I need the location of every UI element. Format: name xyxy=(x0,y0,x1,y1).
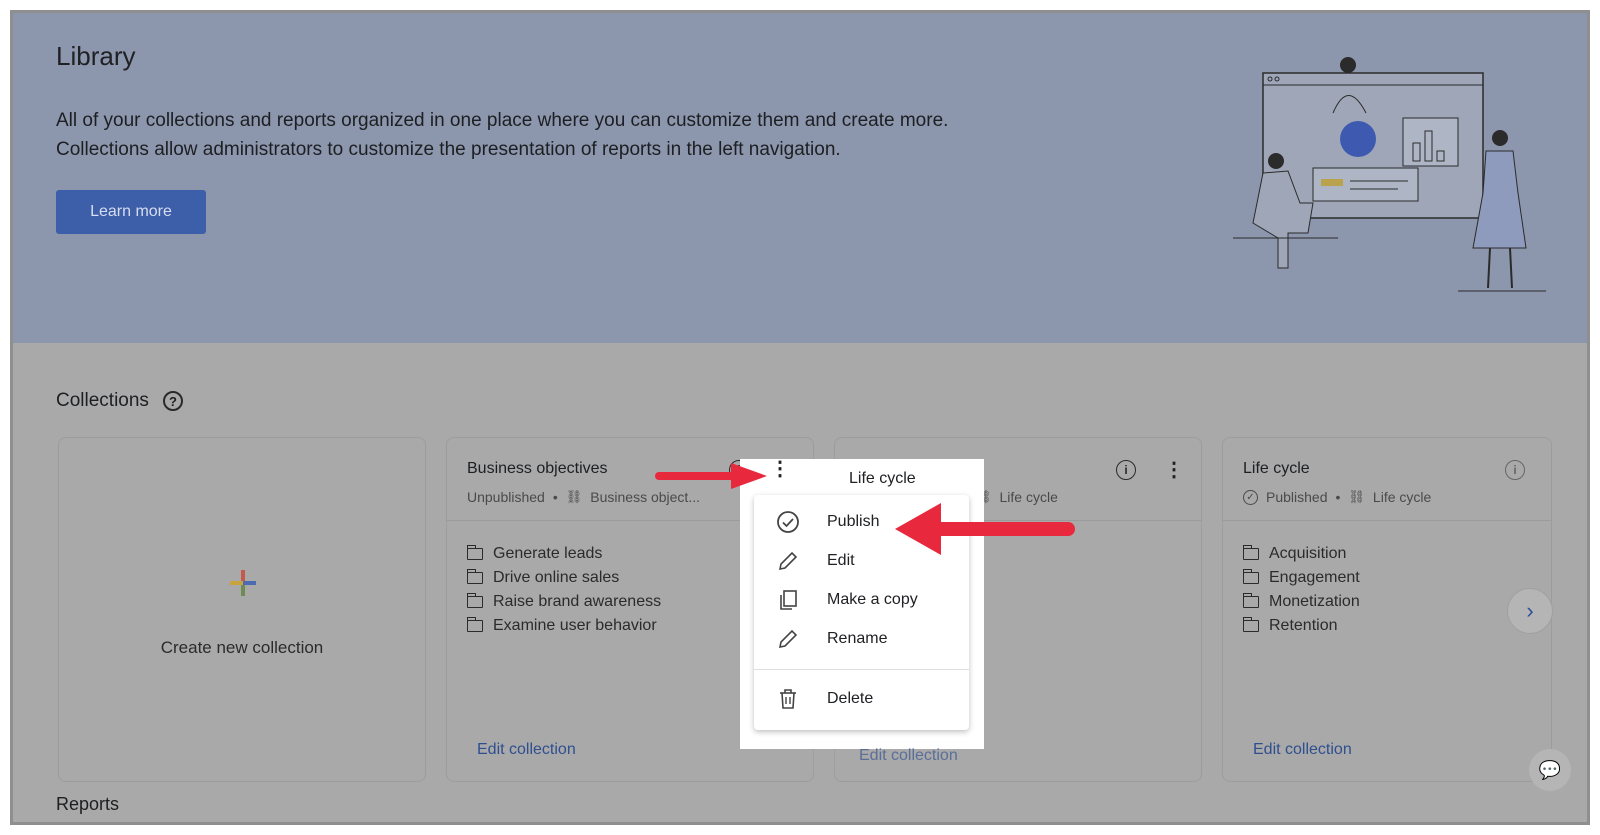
list-item: Raise brand awareness xyxy=(466,590,661,614)
reports-title: Reports xyxy=(56,794,120,814)
banner-description: All of your collections and reports orga… xyxy=(56,106,948,164)
spotlight-edge xyxy=(740,749,984,773)
menu-item-rename[interactable]: Rename xyxy=(754,620,969,658)
collections-title: Collections xyxy=(56,390,149,411)
list-item: Drive online sales xyxy=(466,566,661,590)
collection-card-life-cycle: Life cycle i ✓ Published • ⛓ Life cycle … xyxy=(1222,437,1552,782)
screenshot-frame: Library All of your collections and repo… xyxy=(10,10,1590,825)
menu-item-delete[interactable]: Delete xyxy=(754,680,969,718)
feedback-icon[interactable]: 💬 xyxy=(1529,749,1571,791)
card-item-list: Acquisition Engagement Monetization Rete… xyxy=(1242,542,1360,638)
menu-item-label: Rename xyxy=(827,630,888,647)
card-divider xyxy=(1223,520,1551,521)
info-icon[interactable]: i xyxy=(1505,460,1525,480)
folder-icon xyxy=(1242,545,1259,560)
list-item: Engagement xyxy=(1242,566,1360,590)
folder-icon xyxy=(466,617,483,632)
folder-icon xyxy=(1242,617,1259,632)
edit-collection-link[interactable]: Edit collection xyxy=(477,741,576,759)
card-status: Published xyxy=(1266,489,1328,505)
list-item: Retention xyxy=(1242,614,1360,638)
card-meta: ✓ Published • ⛓ Life cycle xyxy=(1243,489,1431,505)
folder-icon xyxy=(466,545,483,560)
check-circle-icon xyxy=(776,510,800,534)
learn-more-button[interactable]: Learn more xyxy=(56,190,206,234)
pencil-icon xyxy=(776,549,800,573)
edit-collection-link[interactable]: Edit collection xyxy=(1253,741,1352,759)
create-collection-label: Create new collection xyxy=(160,638,324,657)
link-icon: ⛓ xyxy=(565,489,583,504)
card-title: Business objectives xyxy=(467,460,608,477)
menu-divider xyxy=(754,669,969,670)
card-template: Business object... xyxy=(590,489,700,505)
separator-dot: • xyxy=(552,489,558,505)
menu-item-make-copy[interactable]: Make a copy xyxy=(754,581,969,619)
card-template: Life cycle xyxy=(1372,489,1432,505)
annotation-arrow-kebab xyxy=(655,463,767,489)
collections-header: Collections ? xyxy=(56,390,183,412)
folder-icon xyxy=(466,569,483,584)
menu-item-label: Make a copy xyxy=(827,591,918,608)
card-meta: Unpublished • ⛓ Business object... xyxy=(467,489,700,505)
banner-description-line1: All of your collections and reports orga… xyxy=(56,110,949,131)
folder-icon xyxy=(466,593,483,608)
list-item: Monetization xyxy=(1242,590,1360,614)
create-collection-card[interactable]: Create new collection xyxy=(58,437,426,782)
pencil-icon xyxy=(776,627,800,651)
library-illustration xyxy=(1233,57,1546,292)
card-title: Life cycle xyxy=(1243,460,1310,477)
list-item: Generate leads xyxy=(466,542,661,566)
folder-icon xyxy=(1242,569,1259,584)
folder-icon xyxy=(1242,593,1259,608)
info-icon[interactable]: i xyxy=(1116,460,1136,480)
separator-dot: • xyxy=(1335,489,1341,505)
banner-description-line2: Collections allow administrators to cust… xyxy=(56,139,841,160)
page-title: Library xyxy=(56,41,136,71)
list-item: Examine user behavior xyxy=(466,614,661,638)
menu-item-label: Publish xyxy=(827,513,880,530)
more-options-icon[interactable]: ⋮ xyxy=(770,459,790,479)
list-item: Acquisition xyxy=(1242,542,1360,566)
help-icon[interactable]: ? xyxy=(162,391,183,411)
link-icon: ⛓ xyxy=(1348,489,1365,504)
copy-icon xyxy=(776,588,800,612)
more-options-icon[interactable]: ⋮ xyxy=(1164,460,1184,480)
trash-icon xyxy=(776,687,800,711)
card-status: Unpublished xyxy=(467,489,545,505)
next-arrow-button[interactable]: › xyxy=(1507,588,1553,634)
card-item-list: Generate leads Drive online sales Raise … xyxy=(466,542,661,638)
library-banner: Library All of your collections and repo… xyxy=(13,13,1587,343)
published-check-icon: ✓ xyxy=(1243,489,1258,505)
menu-item-label: Edit xyxy=(827,552,855,569)
menu-item-label: Delete xyxy=(827,690,874,707)
plus-icon xyxy=(230,570,256,596)
card-title: Life cycle xyxy=(849,470,916,487)
annotation-arrow-publish xyxy=(895,503,1075,555)
